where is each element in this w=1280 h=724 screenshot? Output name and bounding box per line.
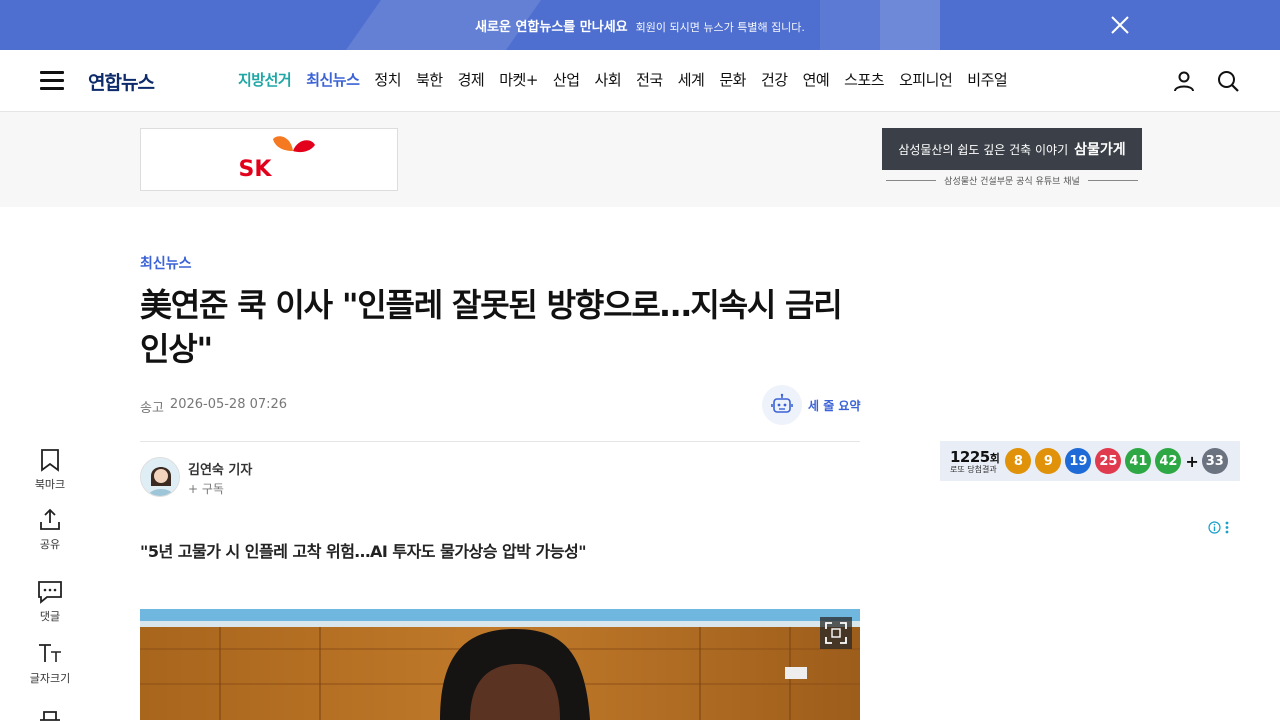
nav-item-world[interactable]: 세계	[678, 69, 705, 90]
ad-banner-samsung[interactable]: 삼성물산의 쉽도 깊은 건축 이야기 삼물가게 삼성물산 건설부문 공식 유튜브…	[882, 128, 1142, 191]
banner-decoration	[880, 0, 940, 50]
site-logo[interactable]: 연합뉴스	[88, 68, 155, 95]
share-label: 공유	[39, 538, 61, 551]
nav-item-latest[interactable]: 최신뉴스	[306, 69, 360, 90]
search-icon[interactable]	[1216, 69, 1240, 93]
nav-item-politics[interactable]: 정치	[374, 69, 401, 90]
nav-item-health[interactable]: 건강	[761, 69, 788, 90]
lotto-ball: 8	[1005, 448, 1032, 474]
sk-brand-text: SK	[238, 157, 272, 182]
lotto-ball: 25	[1095, 448, 1122, 474]
promo-title: 새로운 연합뉴스를 만나세요	[475, 19, 628, 35]
ad-strip: SK 삼성물산의 쉽도 깊은 건축 이야기 삼물가게 삼성물산 건설부문 공식 …	[0, 112, 1280, 207]
expand-icon[interactable]	[820, 617, 852, 649]
font-size-button[interactable]: 글자크기	[26, 642, 74, 686]
nav-item-national[interactable]: 전국	[636, 69, 663, 90]
lotto-results-widget[interactable]: 1225회 로또 당첨결과 8 9 19 25 41 42 + 33	[940, 441, 1240, 481]
font-size-icon	[39, 644, 61, 662]
share-button[interactable]: 공유	[26, 508, 74, 552]
lotto-ball: 42	[1155, 448, 1182, 474]
article-category[interactable]: 최신뉴스	[140, 253, 192, 273]
menu-icon[interactable]	[40, 71, 64, 91]
lotto-ball: 19	[1065, 448, 1092, 474]
ad-title-prefix: 삼성물산의 쉽도 깊은 건축 이야기	[898, 142, 1069, 157]
reporter-avatar[interactable]	[140, 457, 180, 497]
nav-item-opinion[interactable]: 오피니언	[899, 69, 953, 90]
divider	[886, 180, 937, 181]
article-photo[interactable]	[140, 609, 860, 720]
nav-item-society[interactable]: 사회	[595, 69, 622, 90]
divider	[140, 441, 860, 442]
robot-icon	[762, 385, 802, 425]
sk-butterfly-logo	[273, 136, 315, 153]
nav-item-market[interactable]: 마켓+	[499, 69, 538, 90]
print-icon	[40, 711, 60, 721]
more-options-icon	[1225, 521, 1229, 534]
share-icon	[40, 508, 60, 530]
article-headline: 美연준 쿡 이사 "인플레 잘못된 방향으로…지속시 금리인상"	[140, 286, 843, 369]
promo-subtitle: 회원이 되시면 뉴스가 특별해 집니다.	[635, 20, 805, 34]
nav-item-local-election[interactable]: 지방선거	[238, 69, 292, 90]
site-header: 연합뉴스 지방선거 최신뉴스 정치 북한 경제 마켓+ 산업 사회 전국 세계 …	[0, 50, 1280, 112]
date-label: 송고	[140, 401, 164, 416]
print-button[interactable]	[26, 710, 74, 724]
ad-banner-sk[interactable]: SK	[140, 128, 398, 191]
article-dateline: 송고 2026-05-28 07:26	[140, 397, 287, 416]
info-icon	[1208, 521, 1221, 534]
nav-item-north-korea[interactable]: 북한	[416, 69, 443, 90]
nav-item-sports[interactable]: 스포츠	[844, 69, 884, 90]
nav-item-industry[interactable]: 산업	[553, 69, 580, 90]
article-subheadline: "5년 고물가 시 인플레 고착 위험…AI 투자도 물가상승 압박 가능성"	[140, 542, 587, 561]
summary-button[interactable]: 세 줄 요약	[762, 385, 861, 425]
subscribe-button[interactable]: + 구독	[188, 480, 224, 497]
bookmark-icon	[41, 449, 59, 472]
main-nav: 지방선거 최신뉴스 정치 북한 경제 마켓+ 산업 사회 전국 세계 문화 건강…	[238, 69, 1022, 90]
ad-info-button[interactable]	[1208, 521, 1229, 534]
font-size-label: 글자크기	[29, 672, 71, 685]
ad-caption: 삼성물산 건설부문 공식 유튜브 채널	[944, 177, 1080, 187]
publish-date: 2026-05-28 07:26	[169, 397, 288, 412]
banner-decoration	[820, 0, 880, 50]
promo-banner[interactable]: 새로운 연합뉴스를 만나세요 회원이 되시면 뉴스가 특별해 집니다.	[0, 0, 1280, 50]
bookmark-button[interactable]: 북마크	[26, 448, 74, 492]
bookmark-label: 북마크	[34, 478, 66, 491]
nav-item-visual[interactable]: 비주얼	[967, 69, 1007, 90]
comment-label: 댓글	[39, 610, 61, 623]
reporter-name[interactable]: 김연숙 기자	[188, 459, 252, 478]
user-icon[interactable]	[1172, 69, 1196, 93]
lotto-bonus-ball: 33	[1201, 448, 1228, 474]
close-icon[interactable]	[1110, 15, 1130, 35]
lotto-ball: 41	[1125, 448, 1152, 474]
comment-icon	[38, 581, 62, 604]
nav-item-entertainment[interactable]: 연예	[803, 69, 830, 90]
lotto-ball: 9	[1035, 448, 1062, 474]
nav-item-culture[interactable]: 문화	[719, 69, 746, 90]
divider	[1087, 180, 1138, 181]
ad-title-bold: 삼물가게	[1074, 142, 1126, 158]
lotto-plus: +	[1185, 451, 1199, 471]
comment-button[interactable]: 댓글	[26, 580, 74, 624]
nav-item-economy[interactable]: 경제	[458, 69, 485, 90]
lotto-caption: 로또 당첨결과	[950, 464, 997, 474]
summary-label: 세 줄 요약	[808, 398, 861, 413]
